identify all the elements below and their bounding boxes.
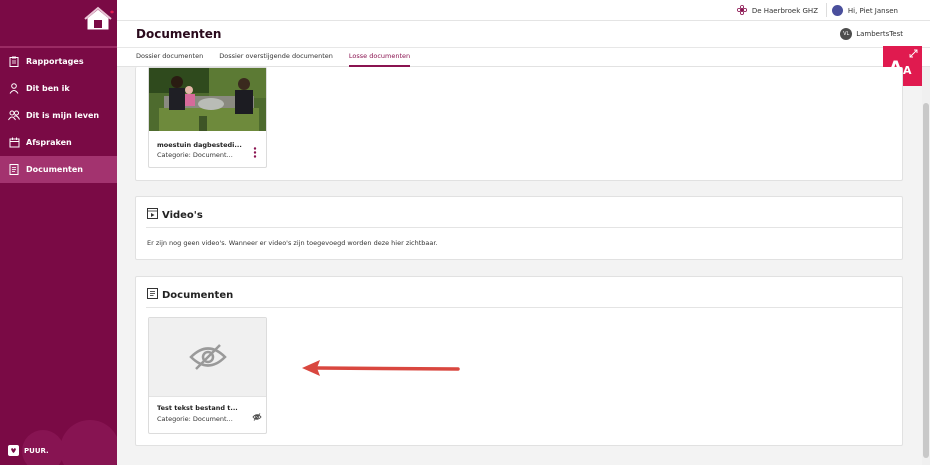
expand-arrows-icon xyxy=(909,49,918,60)
videos-empty-message: Er zijn nog geen video's. Wanneer er vid… xyxy=(147,239,438,247)
people-icon xyxy=(8,110,20,122)
photo-category: Categorie: Document... xyxy=(157,151,233,159)
document-name: Test tekst bestand t... xyxy=(157,404,238,412)
calendar-icon xyxy=(8,137,20,149)
person-icon xyxy=(8,83,20,95)
sidebar-item-afspraken[interactable]: Afspraken xyxy=(0,129,117,156)
document-tabs: Dossier documenten Dossier overstijgende… xyxy=(136,52,426,67)
documents-section: Documenten Test tekst bestand t... Categ… xyxy=(135,276,903,446)
user-menu[interactable]: Hi, Piet Jansen xyxy=(831,5,898,16)
sidebar-item-dit-is-mijn-leven[interactable]: Dit is mijn leven xyxy=(0,102,117,129)
tab-dossier-overstijgende-documenten[interactable]: Dossier overstijgende documenten xyxy=(219,52,333,67)
videos-title: Video's xyxy=(147,208,203,222)
document-icon xyxy=(8,164,20,176)
client-name: LambertsTest xyxy=(856,30,903,38)
annotation-arrow xyxy=(302,360,460,376)
top-bar: De Haerbroek GHZ Hi, Piet Jansen xyxy=(117,0,930,21)
sidebar-item-label: Dit is mijn leven xyxy=(26,111,100,120)
sidebar-item-label: Afspraken xyxy=(26,138,72,147)
text-size-small-letter: A xyxy=(903,64,912,77)
puur-logo-icon xyxy=(8,445,19,456)
client-selector[interactable]: VL LambertsTest xyxy=(840,28,903,40)
sidebar-item-label: Dit ben ik xyxy=(26,84,70,93)
document-item[interactable]: Test tekst bestand t... Categorie: Docum… xyxy=(148,317,267,434)
page-title: Documenten xyxy=(136,27,222,41)
section-divider xyxy=(146,227,902,228)
document-preview[interactable] xyxy=(149,318,266,397)
tab-dossier-documenten[interactable]: Dossier documenten xyxy=(136,52,203,67)
hidden-eye-icon xyxy=(188,344,227,370)
house-logo-icon[interactable] xyxy=(84,6,116,32)
video-icon xyxy=(147,208,158,222)
tab-losse-documenten[interactable]: Losse documenten xyxy=(348,52,411,67)
sidebar-nav: Rapportages Dit ben ik Dit is mijn leven… xyxy=(0,48,117,183)
photos-section: moestuin dagbestedi... Categorie: Docume… xyxy=(135,67,903,181)
topbar-divider xyxy=(826,3,827,17)
sidebar-item-label: Documenten xyxy=(26,165,83,174)
sidebar-item-rapportages[interactable]: Rapportages xyxy=(0,48,117,75)
photo-item[interactable]: moestuin dagbestedi... Categorie: Docume… xyxy=(148,67,267,168)
photo-thumbnail[interactable] xyxy=(149,68,266,131)
photo-name: moestuin dagbestedi... xyxy=(157,141,242,149)
organization-selector[interactable]: De Haerbroek GHZ xyxy=(736,4,818,17)
more-options-icon[interactable] xyxy=(253,147,257,158)
sidebar: Rapportages Dit ben ik Dit is mijn leven… xyxy=(0,0,117,465)
sidebar-item-dit-ben-ik[interactable]: Dit ben ik xyxy=(0,75,117,102)
sidebar-item-documenten[interactable]: Documenten xyxy=(0,156,117,183)
client-avatar: VL xyxy=(840,28,853,40)
clipboard-icon xyxy=(8,56,20,68)
user-avatar-icon xyxy=(831,5,843,16)
document-list-icon xyxy=(147,288,158,302)
sidebar-item-label: Rapportages xyxy=(26,57,84,66)
user-greeting: Hi, Piet Jansen xyxy=(847,6,898,15)
document-category: Categorie: Document... xyxy=(157,415,233,423)
videos-title-text: Video's xyxy=(162,209,203,221)
organization-name: De Haerbroek GHZ xyxy=(751,7,818,15)
decorative-circle xyxy=(60,420,117,465)
page-header: Documenten VL LambertsTest Dossier docum… xyxy=(117,21,930,67)
logo-area xyxy=(0,0,117,46)
puur-logo: PUUR. xyxy=(8,445,49,456)
puur-label: PUUR. xyxy=(24,446,49,455)
documents-title-text: Documenten xyxy=(162,289,234,301)
flower-icon xyxy=(736,4,747,17)
header-divider xyxy=(117,47,930,48)
scrollbar-thumb[interactable] xyxy=(923,103,929,458)
videos-section: Video's Er zijn nog geen video's. Wannee… xyxy=(135,196,903,260)
hidden-small-eye-icon[interactable] xyxy=(252,413,262,421)
section-divider xyxy=(146,307,902,308)
documents-title: Documenten xyxy=(147,288,233,302)
